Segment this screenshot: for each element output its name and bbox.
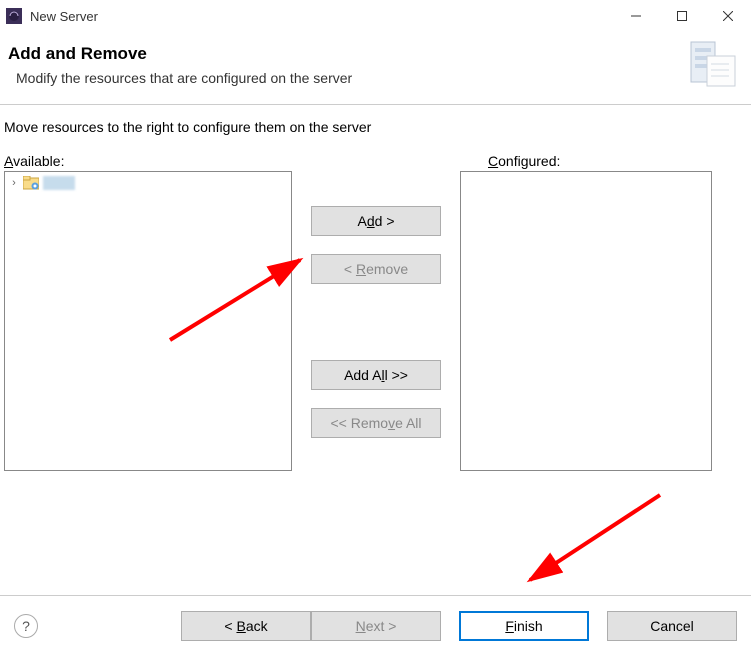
eclipse-icon (6, 8, 22, 24)
list-item-label (43, 176, 75, 190)
configured-listbox[interactable] (460, 171, 712, 471)
annotation-arrow-finish (505, 485, 675, 595)
footer-bar: ? < Back Next > Finish Cancel (0, 595, 751, 655)
available-listbox[interactable]: › (4, 171, 292, 471)
minimize-button[interactable] (613, 0, 659, 32)
add-button[interactable]: Add > (311, 206, 441, 236)
configured-label: Configured: (488, 153, 560, 169)
maximize-button[interactable] (659, 0, 705, 32)
remove-button: < Remove (311, 254, 441, 284)
help-button[interactable]: ? (14, 614, 38, 638)
transfer-buttons: Add > < Remove Add All >> << Remove All (292, 171, 460, 456)
server-wizard-icon (685, 38, 741, 90)
chevron-right-icon[interactable]: › (9, 177, 19, 189)
window-controls (613, 0, 751, 32)
available-label: Available: (4, 153, 296, 169)
back-button[interactable]: < Back (181, 611, 311, 641)
list-item[interactable]: › (5, 172, 291, 194)
instruction-text: Move resources to the right to configure… (4, 119, 743, 135)
page-subtitle: Modify the resources that are configured… (8, 70, 735, 86)
finish-button[interactable]: Finish (459, 611, 589, 641)
next-button: Next > (311, 611, 441, 641)
project-icon (23, 176, 39, 190)
titlebar: New Server (0, 0, 751, 32)
content-area: Move resources to the right to configure… (0, 105, 751, 471)
remove-all-button: << Remove All (311, 408, 441, 438)
cancel-button[interactable]: Cancel (607, 611, 737, 641)
close-button[interactable] (705, 0, 751, 32)
window-title: New Server (30, 9, 613, 24)
add-all-button[interactable]: Add All >> (311, 360, 441, 390)
page-title: Add and Remove (8, 44, 735, 64)
wizard-header: Add and Remove Modify the resources that… (0, 32, 751, 105)
